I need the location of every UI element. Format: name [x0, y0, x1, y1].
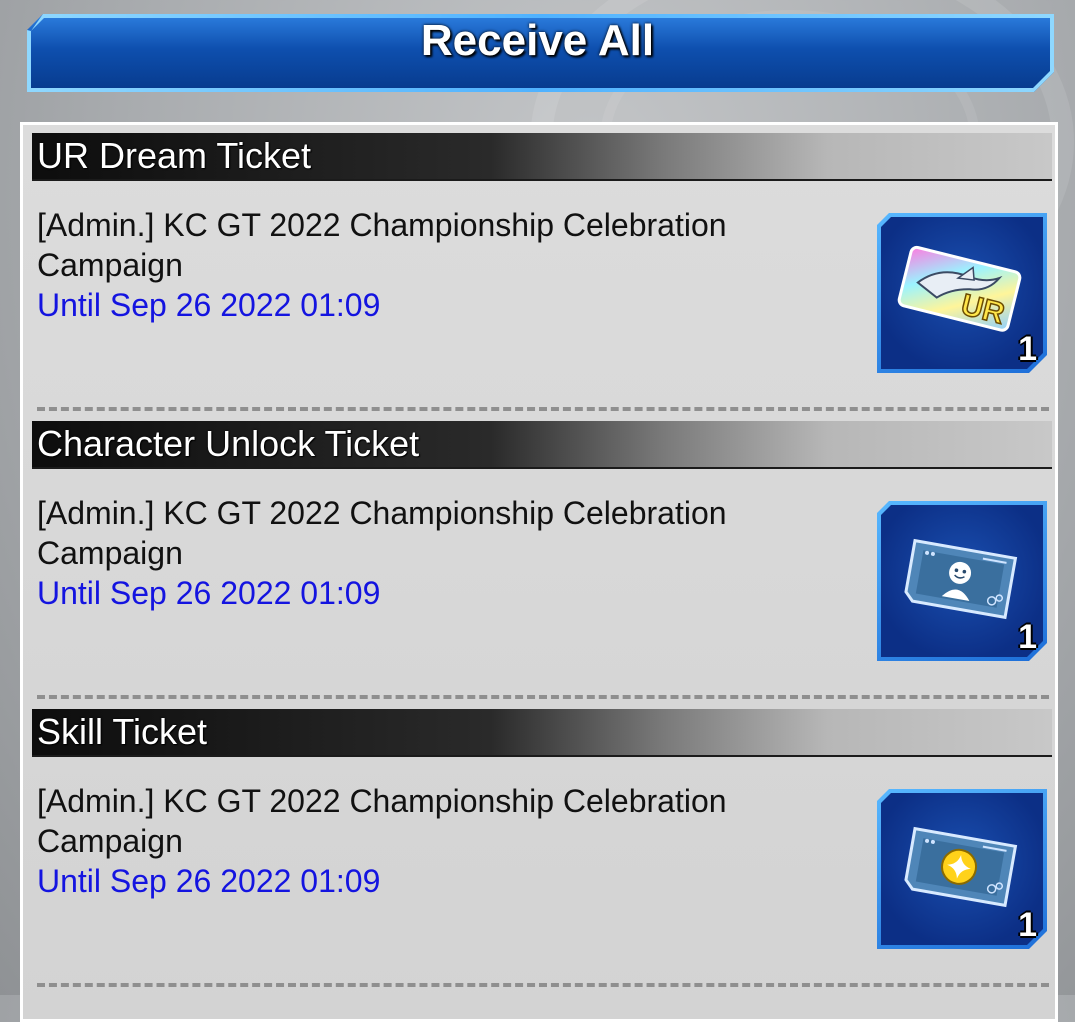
item-name: UR Dream Ticket	[37, 135, 312, 176]
present-list[interactable]: UR Dream Ticket [Admin.] KC GT 2022 Cham…	[20, 122, 1058, 1022]
item-count: 1	[1018, 330, 1037, 368]
receive-all-button-body[interactable]	[27, 14, 1054, 92]
character-unlock-ticket-icon	[904, 538, 1018, 620]
item-header: UR Dream Ticket	[32, 133, 1052, 181]
item-name: Character Unlock Ticket	[37, 423, 420, 464]
skill-ticket-icon	[904, 826, 1018, 908]
ur-dream-ticket-icon: UR	[897, 245, 1022, 332]
item-description: [Admin.] KC GT 2022 Championship Celebra…	[37, 495, 727, 571]
list-item[interactable]: UR Dream Ticket [Admin.] KC GT 2022 Cham…	[32, 133, 1052, 421]
receive-all-button[interactable]: Receive All	[0, 0, 1075, 100]
item-name: Skill Ticket	[37, 711, 208, 752]
item-expiry: Until Sep 26 2022 01:09	[37, 863, 381, 899]
list-item[interactable]: Skill Ticket [Admin.] KC GT 2022 Champio…	[32, 709, 1052, 997]
item-header: Character Unlock Ticket	[32, 421, 1052, 469]
divider	[37, 695, 1049, 699]
divider	[37, 407, 1049, 411]
divider	[37, 983, 1049, 987]
item-count: 1	[1018, 906, 1037, 944]
item-description: [Admin.] KC GT 2022 Championship Celebra…	[37, 783, 727, 859]
item-description: [Admin.] KC GT 2022 Championship Celebra…	[37, 207, 727, 283]
item-icon-box[interactable]: 1	[877, 789, 1047, 949]
item-expiry: Until Sep 26 2022 01:09	[37, 287, 381, 323]
item-header: Skill Ticket	[32, 709, 1052, 757]
item-icon-box[interactable]: 1	[877, 501, 1047, 661]
list-item[interactable]: Character Unlock Ticket [Admin.] KC GT 2…	[32, 421, 1052, 709]
item-count: 1	[1018, 618, 1037, 656]
item-icon-box[interactable]: UR 1	[877, 213, 1047, 373]
item-expiry: Until Sep 26 2022 01:09	[37, 575, 381, 611]
